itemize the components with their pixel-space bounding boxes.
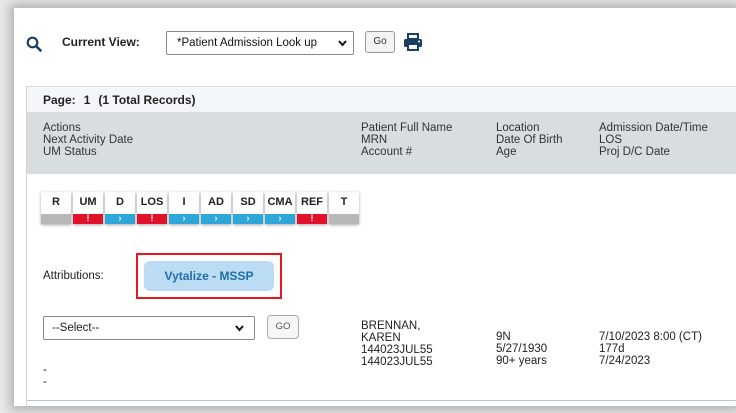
status-bar: › <box>233 213 263 224</box>
header-los[interactable]: LOS <box>599 134 708 146</box>
action-button-d[interactable]: D › <box>105 192 135 224</box>
patient-account: 144023JUL55 <box>361 356 433 368</box>
status-bar: ! <box>73 213 103 224</box>
action-button-ref[interactable]: REF! <box>297 192 327 224</box>
search-icon[interactable] <box>26 36 42 52</box>
dob-value: 5/27/1930 <box>496 343 548 355</box>
row-go-button[interactable]: GO <box>267 315 299 339</box>
arrow-right-icon: › <box>214 213 218 223</box>
chevron-down-icon <box>235 325 244 332</box>
action-button-label: LOS <box>140 196 164 208</box>
header-patient-full-name[interactable]: Patient Full Name <box>361 122 452 134</box>
status-bar: › <box>105 213 135 224</box>
grid-header: Actions Next Activity Date UM Status Pat… <box>27 112 736 174</box>
admission-cell: 7/10/2023 8:00 (CT) 177d 7/24/2023 <box>599 331 702 367</box>
attribution-highlight: Vytalize - MSSP <box>136 253 282 299</box>
patient-name-last[interactable]: BRENNAN, <box>361 320 433 332</box>
arrow-right-icon: › <box>246 213 250 223</box>
arrow-right-icon: › <box>118 213 122 223</box>
action-button-label: AD <box>208 196 224 208</box>
header-age[interactable]: Age <box>496 146 562 158</box>
header-account[interactable]: Account # <box>361 146 452 158</box>
header-proj-dc-date[interactable]: Proj D/C Date <box>599 146 708 158</box>
action-button-label: CMA <box>267 196 293 208</box>
action-button-cma[interactable]: CMA › <box>265 192 295 224</box>
los-value: 177d <box>599 343 625 355</box>
attributions-label: Attributions: <box>43 270 104 282</box>
action-button-ad[interactable]: AD › <box>201 192 231 224</box>
patient-name-first[interactable]: KAREN <box>361 332 433 344</box>
action-button-los[interactable]: LOS! <box>137 192 167 224</box>
status-bar: ! <box>137 213 167 224</box>
action-button-label: T <box>340 196 348 208</box>
header-location-column: Location Date Of Birth Age <box>496 122 562 158</box>
header-location[interactable]: Location <box>496 122 562 134</box>
header-mrn[interactable]: MRN <box>361 134 452 146</box>
proj-dc-date-value: 7/24/2023 <box>599 355 651 367</box>
action-button-t[interactable]: T <box>329 192 359 224</box>
pagination-bar: Page: 1 (1 Total Records) <box>27 86 736 112</box>
um-status-value: - <box>43 376 47 388</box>
header-actions[interactable]: Actions <box>43 122 133 134</box>
status-bar: › <box>265 213 295 224</box>
arrow-right-icon: › <box>182 213 186 223</box>
alert-icon: ! <box>310 213 314 223</box>
alert-icon: ! <box>86 213 90 223</box>
age-value: 90+ years <box>496 355 547 367</box>
patient-grid: Page: 1 (1 Total Records) Actions Next Act… <box>26 86 736 406</box>
arrow-right-icon: › <box>278 213 282 223</box>
action-button-sd[interactable]: SD › <box>233 192 263 224</box>
status-bar: › <box>201 213 231 224</box>
header-actions-column: Actions Next Activity Date UM Status <box>43 122 133 158</box>
status-bar <box>329 214 359 224</box>
header-patient-column: Patient Full Name MRN Account # <box>361 122 452 158</box>
status-bar <box>41 214 71 224</box>
patient-cell: BRENNAN, KAREN 144023JUL55 144023JUL55 <box>361 320 433 368</box>
alert-icon: ! <box>150 213 154 223</box>
page-number: 1 <box>83 93 91 107</box>
action-button-label: SD <box>240 196 256 208</box>
action-button-group: R UM! D › LOS! I › AD › SD › CMA › REF! T <box>41 192 359 224</box>
chevron-down-icon <box>338 40 347 47</box>
action-button-label: I <box>182 196 186 208</box>
action-button-label: REF <box>301 196 323 208</box>
location-value: 9N <box>496 331 511 343</box>
header-admission-column: Admission Date/Time LOS Proj D/C Date <box>599 122 708 158</box>
action-button-label: D <box>116 196 124 208</box>
current-view-label: Current View: <box>62 35 140 49</box>
status-bar: ! <box>297 213 327 224</box>
admission-datetime-value: 7/10/2023 8:00 (CT) <box>599 331 702 343</box>
row-action-select-value: --Select-- <box>52 322 100 334</box>
header-admission-date-time[interactable]: Admission Date/Time <box>599 122 708 134</box>
action-button-label: UM <box>79 196 97 208</box>
action-button-label: R <box>52 196 60 208</box>
table-row: R UM! D › LOS! I › AD › SD › CMA › REF! T Attributions… <box>27 174 736 401</box>
attribution-badge[interactable]: Vytalize - MSSP <box>144 261 274 291</box>
patient-mrn: 144023JUL55 <box>361 344 433 356</box>
row-action-select[interactable]: --Select-- <box>43 316 255 340</box>
location-cell: 9N 5/27/1930 90+ years <box>496 331 547 367</box>
action-button-r[interactable]: R <box>41 192 71 224</box>
go-button[interactable]: Go <box>365 31 395 53</box>
action-button-i[interactable]: I › <box>169 192 199 224</box>
header-um-status[interactable]: UM Status <box>43 146 133 158</box>
header-next-activity-date[interactable]: Next Activity Date <box>43 134 133 146</box>
current-view-value: *Patient Admission Look up <box>177 37 318 49</box>
status-bar: › <box>169 213 199 224</box>
action-button-um[interactable]: UM! <box>73 192 103 224</box>
next-activity-date-value: - <box>43 364 47 376</box>
page-label: Page: <box>43 93 76 107</box>
lookup-panel: Current View: *Patient Admission Look up… <box>14 8 736 406</box>
print-icon[interactable] <box>403 33 423 51</box>
total-records: (1 Total Records) <box>98 93 196 107</box>
header-date-of-birth[interactable]: Date Of Birth <box>496 134 562 146</box>
toolbar: Current View: *Patient Admission Look up… <box>14 8 736 78</box>
current-view-select[interactable]: *Patient Admission Look up <box>166 31 354 55</box>
